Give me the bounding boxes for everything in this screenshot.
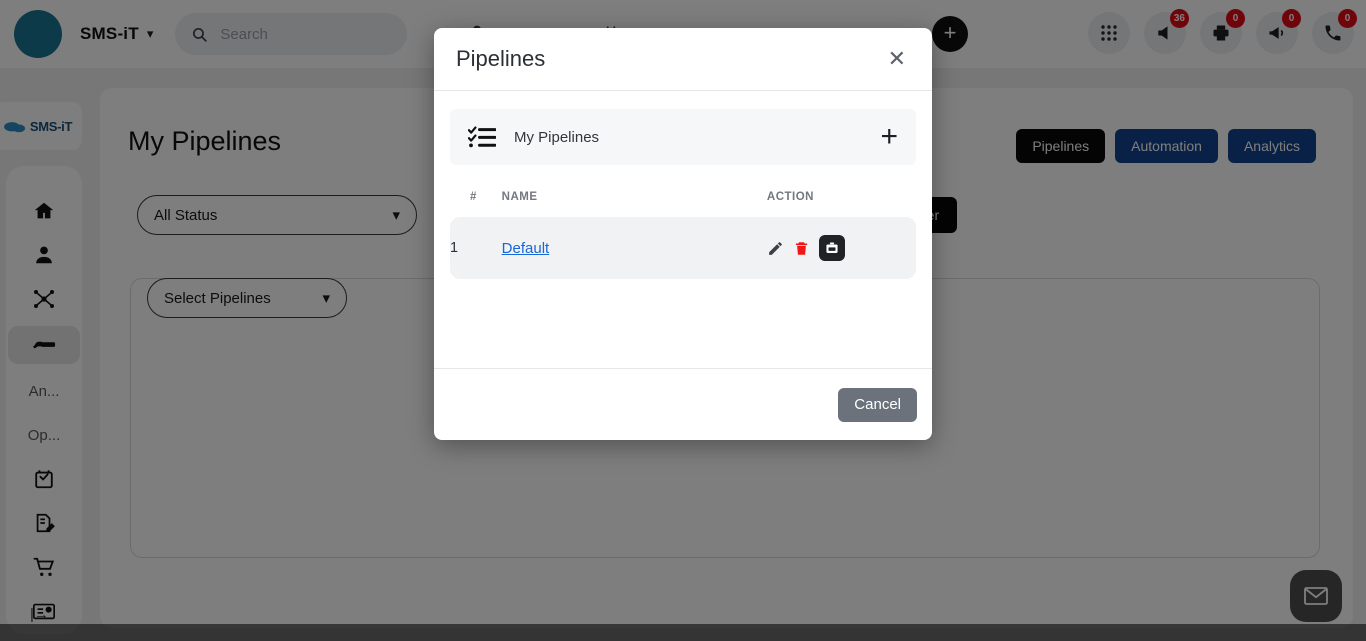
- close-icon[interactable]: ✕: [884, 44, 910, 74]
- trash-delete-icon: [795, 241, 808, 255]
- pipeline-name-link[interactable]: Default: [502, 240, 550, 257]
- column-header-number: #: [470, 191, 477, 203]
- add-pipeline-button[interactable]: +: [880, 122, 898, 152]
- modal-header: Pipelines ✕: [434, 28, 932, 91]
- column-header-name: NAME: [501, 191, 538, 203]
- table-row[interactable]: 1 Default: [450, 217, 916, 279]
- delete-pipeline-button[interactable]: [794, 240, 809, 257]
- my-pipelines-section-left: My Pipelines: [468, 126, 599, 148]
- my-pipelines-label: My Pipelines: [514, 128, 600, 146]
- row-action-group: [767, 235, 916, 261]
- pipelines-modal: Pipelines ✕ My Pipelines + # NAME ACTION…: [434, 28, 932, 440]
- row-name-cell: Default: [502, 217, 767, 279]
- pipelines-table: # NAME ACTION 1 Default: [450, 191, 916, 279]
- table-header-row: # NAME ACTION: [450, 191, 916, 217]
- pencil-edit-icon: [769, 241, 782, 255]
- modal-footer: Cancel: [434, 368, 932, 440]
- modal-title: Pipelines: [456, 46, 546, 71]
- modal-body: My Pipelines + # NAME ACTION 1 Default: [434, 91, 932, 368]
- pipelines-table-head: # NAME ACTION: [450, 191, 916, 217]
- column-header-action: ACTION: [766, 191, 814, 203]
- checklist-icon: [468, 126, 496, 148]
- edit-pipeline-button[interactable]: [767, 240, 784, 257]
- row-number: 1: [450, 240, 459, 256]
- my-pipelines-section-bar: My Pipelines +: [450, 109, 916, 165]
- cancel-button[interactable]: Cancel: [838, 387, 917, 422]
- row-action-cell: [767, 217, 916, 279]
- briefcase-archive-icon: [826, 242, 838, 253]
- pipelines-table-body: 1 Default: [450, 217, 916, 279]
- archive-pipeline-button[interactable]: [818, 235, 845, 261]
- overlay-footer-band: [0, 624, 1366, 641]
